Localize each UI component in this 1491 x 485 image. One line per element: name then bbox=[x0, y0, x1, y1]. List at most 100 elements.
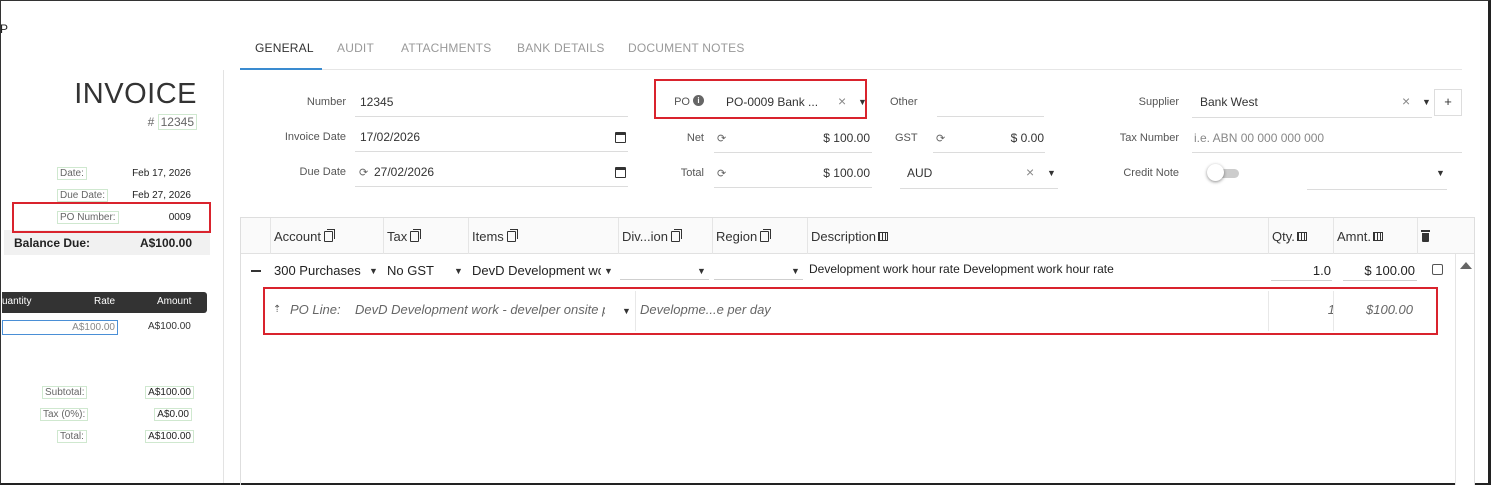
col-items-label: Items bbox=[472, 229, 504, 244]
preview-table-header: uantity Rate Amount bbox=[2, 292, 207, 313]
preview-col-rate: Rate bbox=[94, 296, 116, 307]
copy-icon[interactable] bbox=[506, 229, 518, 242]
col-division[interactable]: Div...ion bbox=[618, 218, 713, 254]
row-description-input[interactable]: Development work hour rate Development w… bbox=[809, 262, 1265, 276]
scroll-up-icon[interactable] bbox=[1460, 262, 1472, 269]
copy-icon[interactable] bbox=[760, 229, 772, 242]
chevron-down-icon[interactable]: ▼ bbox=[791, 266, 800, 276]
po-select-value[interactable]: PO-0009 Bank ... bbox=[726, 95, 818, 109]
supplier-select-value[interactable]: Bank West bbox=[1200, 95, 1258, 109]
preview-tax-row: Tax (0%): A$0.00 bbox=[40, 408, 192, 421]
collapse-row-button[interactable] bbox=[251, 270, 261, 272]
col-region[interactable]: Region bbox=[712, 218, 808, 254]
preview-due-label: Due Date: bbox=[57, 189, 109, 202]
chevron-down-icon[interactable]: ▼ bbox=[697, 266, 706, 276]
add-supplier-button[interactable]: + bbox=[1434, 89, 1462, 116]
clear-icon[interactable]: × bbox=[838, 93, 846, 109]
due-date-input[interactable]: 27/02/2026 bbox=[374, 165, 434, 179]
gst-underline bbox=[933, 152, 1045, 153]
row-select-checkbox[interactable] bbox=[1432, 264, 1443, 275]
col-tax[interactable]: Tax bbox=[383, 218, 469, 254]
po-line-item[interactable]: DevD Development work - develper onsite … bbox=[355, 302, 605, 317]
invoice-date-input[interactable]: 17/02/2026 bbox=[360, 130, 420, 144]
tab-bank-details[interactable]: BANK DETAILS bbox=[517, 41, 605, 55]
col-amount[interactable]: Amnt. bbox=[1333, 218, 1418, 254]
chevron-down-icon[interactable]: ▼ bbox=[454, 266, 463, 276]
grid-header: Account Tax Items Div...ion Region Descr… bbox=[241, 218, 1474, 254]
gst-input[interactable]: $ 0.00 bbox=[960, 131, 1044, 145]
currency-select-value[interactable]: AUD bbox=[907, 166, 932, 180]
row-tax-select[interactable]: No GST bbox=[387, 263, 447, 278]
sync-icon[interactable]: ⟳ bbox=[936, 132, 945, 145]
row-amount-input[interactable]: $ 100.00 bbox=[1341, 263, 1415, 278]
invoice-number: # 12345 bbox=[148, 114, 197, 130]
po-line-label: PO Line: bbox=[290, 302, 341, 317]
col-description[interactable]: Description bbox=[807, 218, 1269, 254]
net-input[interactable]: $ 100.00 bbox=[760, 131, 870, 145]
tab-attachments[interactable]: ATTACHMENTS bbox=[401, 41, 491, 55]
merge-icon: ⇡ bbox=[273, 304, 282, 315]
supplier-underline bbox=[1192, 117, 1432, 118]
clear-icon[interactable]: × bbox=[1402, 93, 1410, 109]
col-account[interactable]: Account bbox=[270, 218, 384, 254]
col-items[interactable]: Items bbox=[468, 218, 619, 254]
po-line-divider bbox=[1268, 291, 1269, 331]
sync-icon[interactable]: ⟳ bbox=[717, 167, 726, 180]
toggle-knob bbox=[1207, 164, 1224, 181]
info-icon[interactable]: i bbox=[693, 95, 704, 106]
row-account-select[interactable]: 300 Purchases bbox=[274, 263, 362, 278]
row-region-select[interactable] bbox=[714, 279, 803, 280]
tax-number-input[interactable]: i.e. ABN 00 000 000 000 bbox=[1194, 131, 1324, 145]
columns-icon[interactable] bbox=[1296, 232, 1307, 241]
preview-due-value: Feb 27, 2026 bbox=[132, 190, 191, 201]
total-input[interactable]: $ 100.00 bbox=[760, 166, 870, 180]
chevron-down-icon[interactable]: ▼ bbox=[369, 266, 378, 276]
chevron-down-icon[interactable]: ▼ bbox=[1047, 168, 1056, 178]
preview-tax-label: Tax (0%): bbox=[40, 408, 89, 421]
trash-icon[interactable] bbox=[1421, 230, 1430, 242]
due-date-underline bbox=[355, 186, 628, 187]
tab-audit[interactable]: AUDIT bbox=[337, 41, 374, 55]
po-line-amount: $100.00 bbox=[1366, 302, 1413, 317]
tab-general[interactable]: GENERAL bbox=[255, 41, 314, 55]
col-description-label: Description bbox=[811, 229, 877, 244]
copy-icon[interactable] bbox=[323, 229, 335, 242]
chevron-down-icon[interactable]: ▼ bbox=[1436, 168, 1445, 178]
row-qty-underline bbox=[1271, 280, 1332, 281]
clear-icon[interactable]: × bbox=[1026, 164, 1034, 180]
number-input[interactable]: 12345 bbox=[360, 95, 393, 109]
row-items-select[interactable]: DevD Development wc bbox=[472, 263, 601, 278]
copy-icon[interactable] bbox=[671, 229, 682, 242]
row-division-select[interactable] bbox=[620, 279, 709, 280]
credit-note-label: Credit Note bbox=[1123, 167, 1179, 179]
credit-note-select-underline[interactable] bbox=[1307, 189, 1447, 190]
tab-document-notes[interactable]: DOCUMENT NOTES bbox=[628, 41, 745, 55]
columns-icon[interactable] bbox=[878, 232, 889, 241]
row-qty-input[interactable]: 1.0 bbox=[1271, 263, 1331, 278]
preview-po-row: PO Number: 0009 bbox=[57, 210, 191, 225]
columns-icon[interactable] bbox=[1372, 232, 1383, 241]
credit-note-toggle[interactable] bbox=[1207, 164, 1241, 181]
chevron-down-icon[interactable]: ▼ bbox=[1422, 97, 1431, 107]
preview-po-label: PO Number: bbox=[57, 211, 119, 224]
currency-underline bbox=[900, 188, 1058, 189]
calendar-icon[interactable] bbox=[615, 167, 626, 178]
line-items-grid: Account Tax Items Div...ion Region Descr… bbox=[240, 217, 1475, 485]
sync-icon[interactable]: ⟳ bbox=[717, 132, 726, 145]
balance-due-value: A$100.00 bbox=[139, 235, 192, 250]
po-line-row: ⇡ PO Line: DevD Development work - devel… bbox=[265, 291, 1417, 331]
copy-icon[interactable] bbox=[410, 229, 422, 242]
col-qty[interactable]: Qty. bbox=[1268, 218, 1334, 254]
col-tax-label: Tax bbox=[387, 229, 408, 244]
calendar-icon[interactable] bbox=[615, 132, 626, 143]
preview-subtotal-row: Subtotal: A$100.00 bbox=[42, 386, 194, 399]
chevron-down-icon[interactable]: ▼ bbox=[858, 97, 867, 107]
preview-rate-input[interactable]: A$100.00 bbox=[2, 320, 118, 335]
chevron-down-icon[interactable]: ▼ bbox=[604, 266, 613, 276]
chevron-down-icon[interactable]: ▼ bbox=[622, 306, 631, 316]
invoice-title: INVOICE bbox=[74, 78, 197, 110]
grid-scrollbar[interactable] bbox=[1455, 254, 1474, 485]
other-underline[interactable] bbox=[937, 116, 1044, 117]
sync-icon[interactable]: ⟳ bbox=[359, 166, 368, 179]
number-underline bbox=[355, 116, 628, 117]
